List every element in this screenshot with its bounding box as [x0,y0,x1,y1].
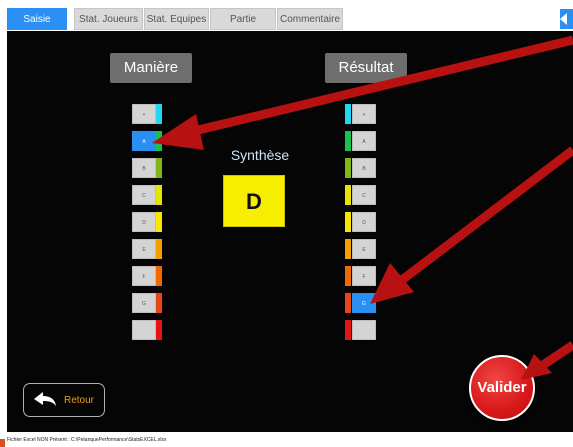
maniere-option-empty[interactable] [132,320,156,340]
maniere-option-b[interactable]: B [132,158,156,178]
resultat-color-strip [345,158,351,178]
main-panel: Manière Résultat + A B C D E F G + A B C… [7,31,573,432]
resultat-option-c[interactable]: C [352,185,376,205]
resultat-option-g[interactable]: G [352,293,376,313]
tab-bar: Saisie Stat. Joueurs Stat. Equipes Parti… [0,0,573,31]
maniere-color-strip [156,212,162,232]
resultat-color-strip [345,320,351,340]
tab-saisie[interactable]: Saisie [7,8,67,30]
maniere-color-strip [156,131,162,151]
tab-commentaire[interactable]: Commentaire [277,8,343,30]
maniere-color-strip [156,293,162,313]
maniere-option-d[interactable]: D [132,212,156,232]
resultat-option-a[interactable]: A [352,131,376,151]
maniere-option-a[interactable]: A [132,131,156,151]
resultat-option-b[interactable]: B [352,158,376,178]
maniere-option-c[interactable]: C [132,185,156,205]
maniere-color-strip [156,185,162,205]
resultat-option-f[interactable]: F [352,266,376,286]
status-marker [0,439,5,447]
retour-button[interactable]: Retour [23,383,105,417]
resultat-color-strip [345,185,351,205]
app-window: Saisie Stat. Joueurs Stat. Equipes Parti… [0,0,573,447]
resultat-color-strip [345,293,351,313]
maniere-color-strip [156,239,162,259]
valider-button[interactable]: Valider [469,355,535,421]
resultat-color-strip [345,266,351,286]
resultat-color-strip [345,239,351,259]
maniere-color-strip [156,104,162,124]
synthese-value: D [223,175,285,227]
resultat-option-d[interactable]: D [352,212,376,232]
synthese-label: Synthèse [230,147,290,163]
resultat-color-strip [345,104,351,124]
resultat-option-e[interactable]: E [352,239,376,259]
back-arrow-icon [34,392,56,406]
maniere-color-strip [156,158,162,178]
retour-label: Retour [64,395,95,406]
maniere-option-plus[interactable]: + [132,104,156,124]
status-text: Fichier Excel NON Présent : C:\PetanqueP… [7,437,167,443]
maniere-option-g[interactable]: G [132,293,156,313]
resultat-heading: Résultat [325,53,407,83]
resultat-option-plus[interactable]: + [352,104,376,124]
maniere-color-strip [156,320,162,340]
maniere-option-e[interactable]: E [132,239,156,259]
maniere-heading: Manière [110,53,192,83]
resultat-color-strip [345,131,351,151]
tab-partie[interactable]: Partie [210,8,276,30]
resultat-option-empty[interactable] [352,320,376,340]
maniere-option-f[interactable]: F [132,266,156,286]
tab-stat-equipes[interactable]: Stat. Equipes [144,8,209,30]
resultat-color-strip [345,212,351,232]
maniere-color-strip [156,266,162,286]
tab-scroll-left-icon[interactable] [560,9,573,29]
tab-stat-joueurs[interactable]: Stat. Joueurs [74,8,143,30]
